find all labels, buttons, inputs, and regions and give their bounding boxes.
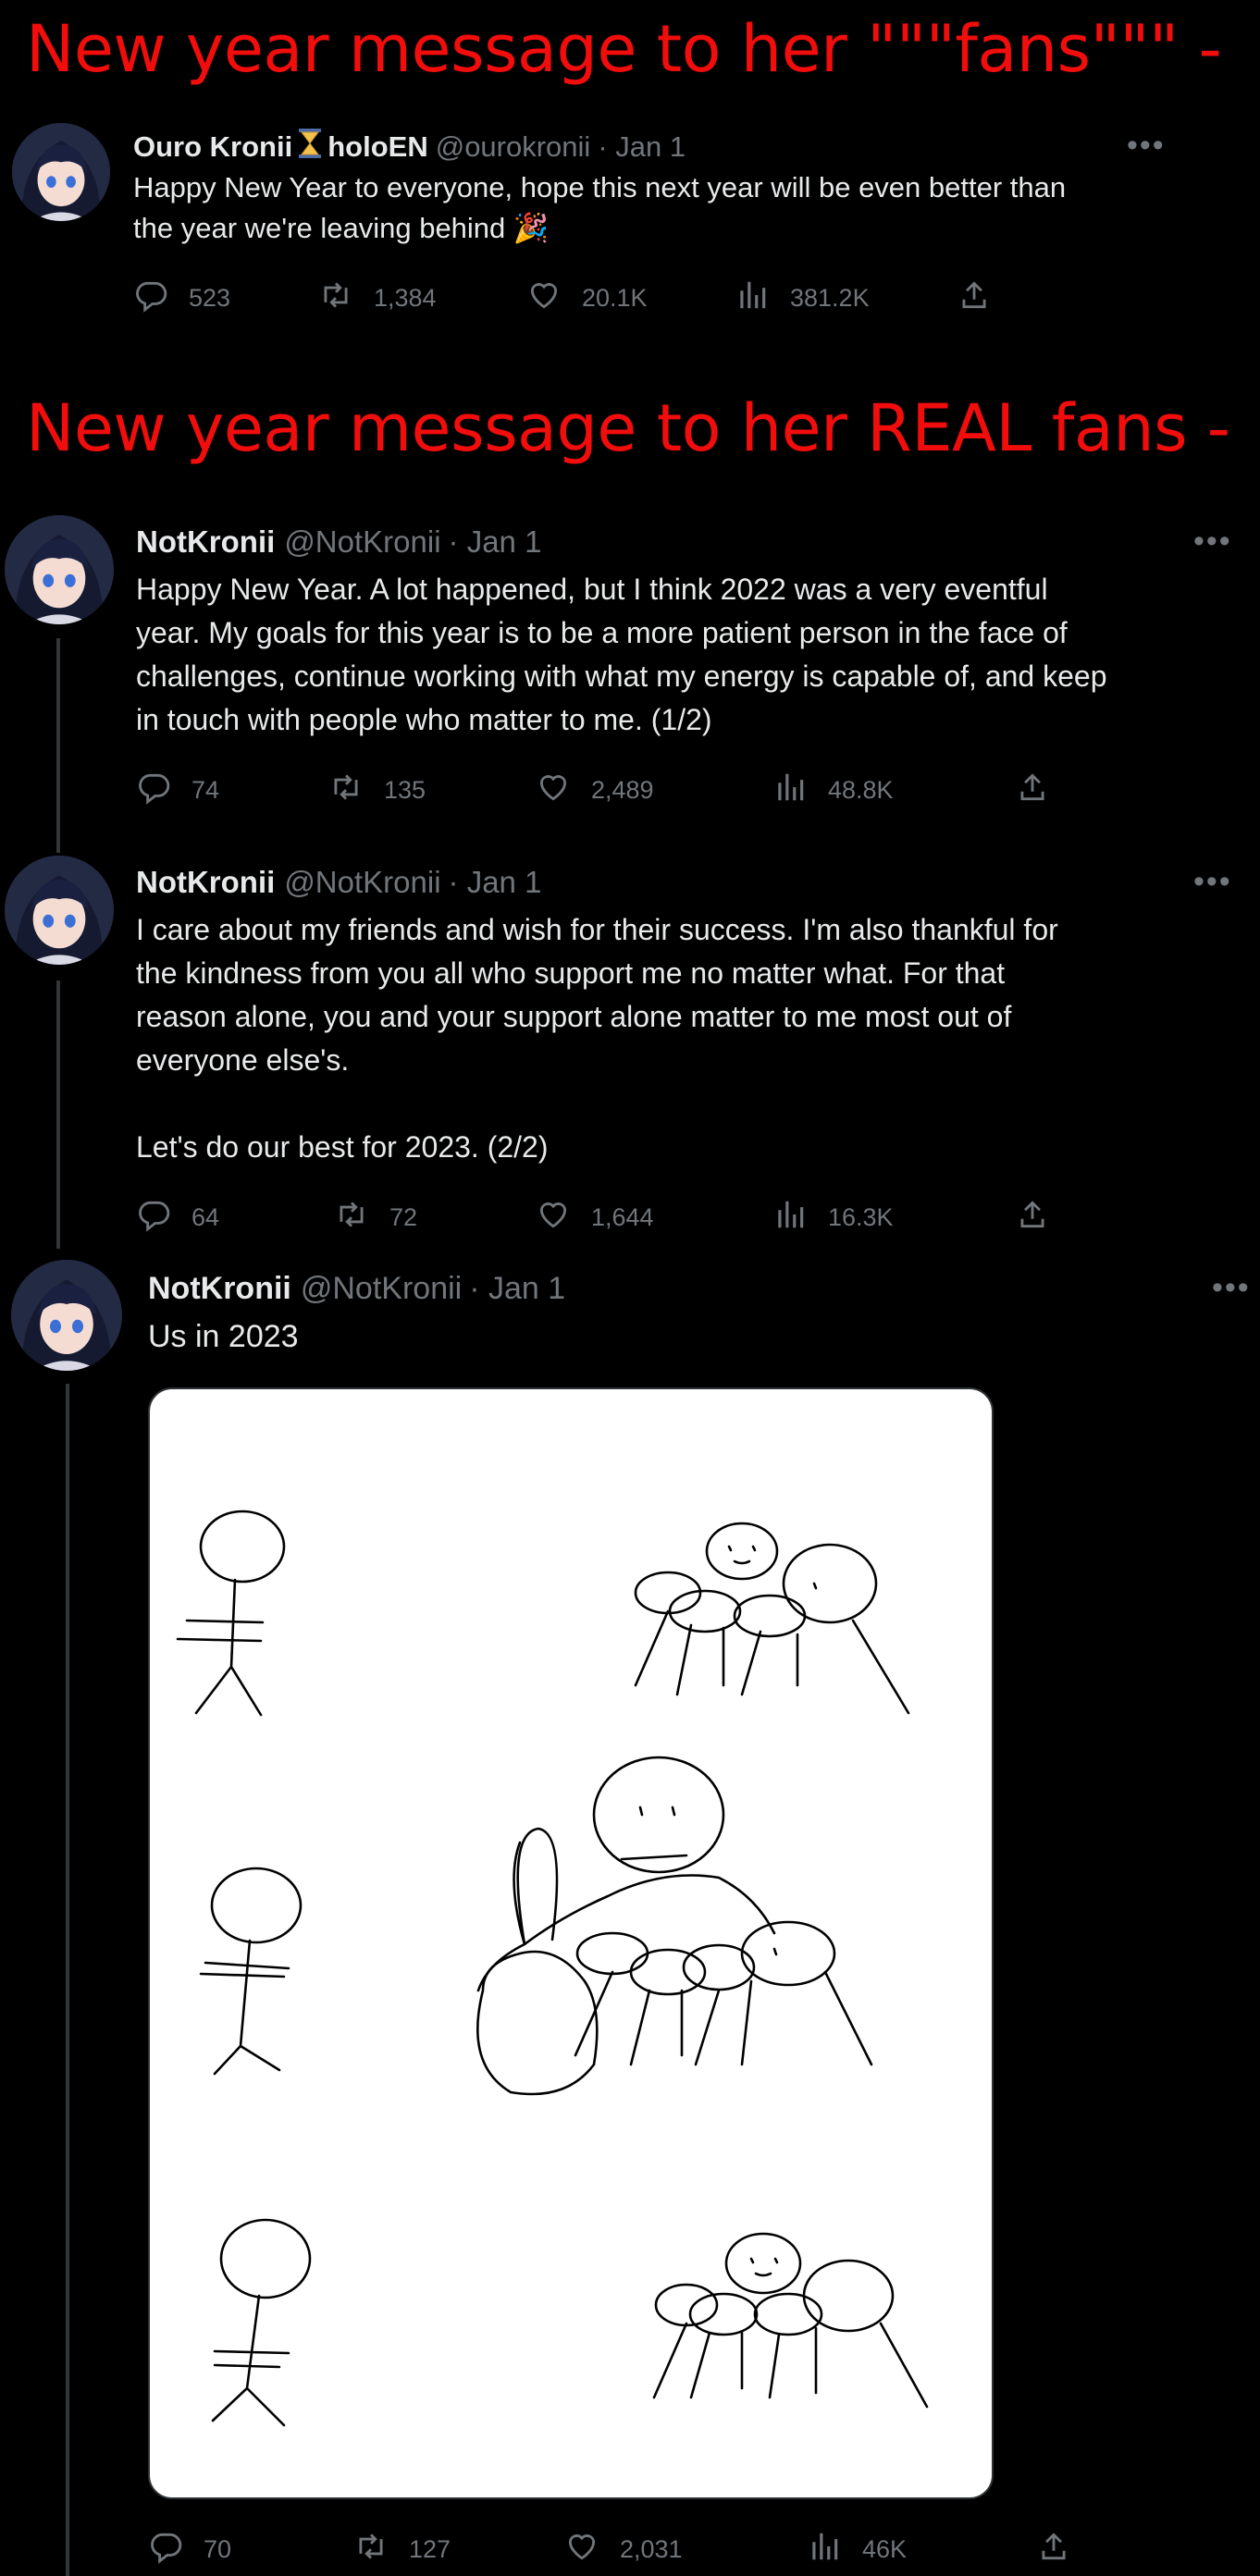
views-button[interactable]: 46K	[807, 2529, 907, 2570]
tweet-text: Happy New Year to everyone, hope this ne…	[133, 171, 1067, 244]
tweet-text: I care about my friends and wish for the…	[136, 913, 1058, 1164]
like-count: 20.1K	[582, 284, 648, 312]
heart-icon	[536, 1197, 591, 1239]
tweet-text: Us in 2023	[148, 1319, 299, 1354]
reply-icon	[136, 1197, 191, 1239]
thread-line	[56, 980, 60, 1249]
like-count: 1,644	[591, 1203, 654, 1231]
more-horizontal-icon[interactable]: •••	[1212, 1272, 1251, 1303]
tweet-header: NotKronii @NotKronii · Jan 1	[136, 865, 541, 900]
share-button[interactable]	[957, 277, 1012, 319]
views-button[interactable]: 16.3K	[772, 1197, 894, 1239]
avatar[interactable]	[12, 123, 110, 221]
like-count: 2,031	[620, 2535, 683, 2563]
retweet-button[interactable]: 72	[334, 1197, 417, 1239]
views-count: 48.8K	[828, 776, 894, 804]
views-icon	[735, 277, 790, 319]
reply-count: 64	[191, 1203, 220, 1231]
retweet-count: 135	[384, 776, 426, 804]
reply-count: 523	[189, 284, 231, 312]
share-icon	[1015, 1197, 1070, 1239]
tweet-date[interactable]: · Jan 1	[449, 524, 542, 560]
author-handle[interactable]: @ourokronii	[436, 130, 591, 164]
caption-fans: New year message to her """fans""" -	[26, 11, 1222, 87]
heart-icon	[536, 770, 591, 811]
caption-real-fans: New year message to her REAL fans -	[26, 390, 1230, 466]
views-count: 381.2K	[790, 284, 870, 312]
views-button[interactable]: 48.8K	[772, 770, 894, 811]
like-button[interactable]: 2,489	[536, 770, 654, 811]
more-horizontal-icon[interactable]: •••	[1193, 866, 1232, 897]
views-icon	[772, 770, 828, 811]
retweet-icon	[328, 770, 384, 811]
views-count: 46K	[862, 2535, 908, 2563]
retweet-icon	[318, 277, 374, 319]
retweet-icon	[334, 1197, 389, 1239]
avatar[interactable]	[5, 856, 114, 965]
author-name[interactable]: Ouro Kronii	[133, 130, 292, 164]
tweet-date[interactable]: · Jan 1	[449, 865, 542, 900]
like-button[interactable]: 1,644	[536, 1197, 654, 1239]
avatar[interactable]	[11, 1260, 122, 1371]
tweet-date[interactable]: · Jan 1	[469, 1271, 565, 1307]
share-icon	[1015, 770, 1070, 811]
author-handle[interactable]: @NotKronii	[284, 865, 440, 900]
reply-icon	[133, 277, 189, 319]
reply-button[interactable]: 70	[148, 2529, 231, 2570]
retweet-count: 127	[409, 2535, 451, 2563]
share-button[interactable]	[1036, 2529, 1092, 2570]
reply-icon	[136, 770, 191, 811]
share-icon	[1036, 2529, 1092, 2570]
like-button[interactable]: 2,031	[564, 2529, 683, 2570]
reply-button[interactable]: 523	[133, 277, 230, 319]
views-button[interactable]: 381.2K	[735, 277, 870, 319]
thread-line	[66, 1384, 69, 2576]
share-button[interactable]	[1015, 1197, 1070, 1239]
retweet-count: 1,384	[374, 284, 437, 312]
tweet-header: NotKronii @NotKronii · Jan 1	[136, 524, 541, 560]
like-count: 2,489	[591, 776, 654, 804]
author-handle[interactable]: @NotKronii	[284, 524, 440, 560]
author-name[interactable]: NotKronii	[136, 524, 275, 560]
reply-button[interactable]: 64	[136, 1197, 219, 1239]
reply-button[interactable]: 74	[136, 770, 219, 811]
heart-icon	[564, 2529, 620, 2570]
author-name[interactable]: NotKronii	[136, 865, 275, 900]
author-name[interactable]: NotKronii	[148, 1271, 291, 1307]
hourglass-icon	[298, 128, 322, 166]
heart-icon	[526, 277, 582, 319]
retweet-button[interactable]: 1,384	[318, 277, 437, 319]
tweet-date[interactable]: · Jan 1	[598, 130, 686, 164]
reply-count: 70	[204, 2535, 232, 2563]
tweet-header: Ouro Kronii holoEN @ourokronii · Jan 1	[133, 128, 686, 166]
affiliation-label: holoEN	[327, 129, 428, 163]
share-icon	[957, 277, 1012, 319]
author-handle[interactable]: @NotKronii	[301, 1271, 462, 1307]
retweet-button[interactable]: 135	[328, 770, 426, 811]
views-icon	[772, 1197, 828, 1239]
tweet-image[interactable]	[148, 1387, 994, 2499]
tweet-text: Happy New Year. A lot happened, but I th…	[136, 573, 1107, 736]
views-icon	[807, 2529, 862, 2570]
retweet-button[interactable]: 127	[353, 2529, 451, 2570]
tweet-header: NotKronii @NotKronii · Jan 1	[148, 1271, 565, 1307]
more-horizontal-icon[interactable]: •••	[1127, 129, 1166, 161]
retweet-count: 72	[389, 1203, 418, 1231]
reply-count: 74	[191, 776, 220, 804]
views-count: 16.3K	[828, 1203, 894, 1231]
stick-figure-drawing	[176, 1510, 929, 2427]
share-button[interactable]	[1015, 770, 1070, 811]
reply-icon	[148, 2529, 204, 2570]
thread-line	[56, 638, 60, 853]
retweet-icon	[353, 2529, 409, 2570]
avatar[interactable]	[5, 515, 114, 624]
like-button[interactable]: 20.1K	[526, 277, 648, 319]
more-horizontal-icon[interactable]: •••	[1193, 525, 1232, 557]
